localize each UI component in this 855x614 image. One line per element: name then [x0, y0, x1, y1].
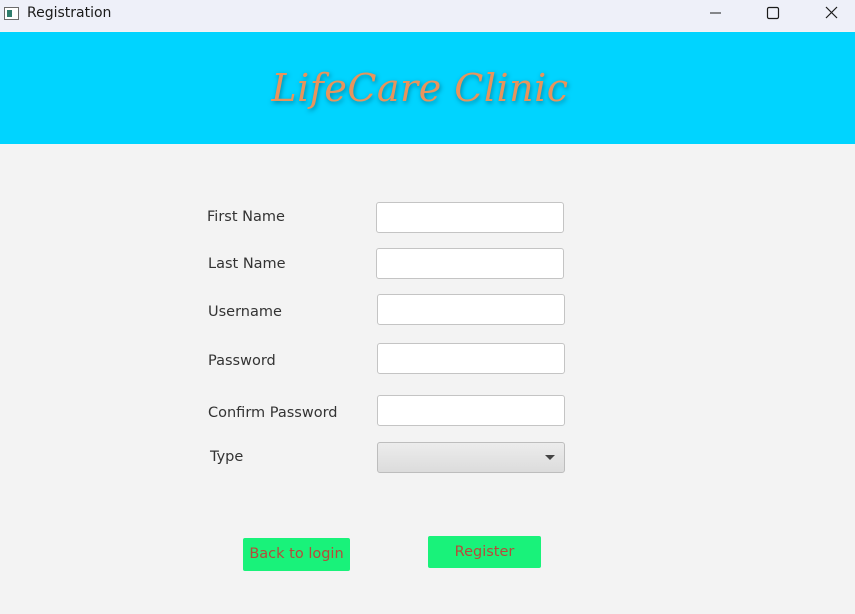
username-label: Username	[208, 304, 282, 320]
clinic-title: LifeCare Clinic	[271, 66, 569, 110]
maximize-icon	[766, 6, 780, 20]
window-title: Registration	[27, 5, 112, 21]
title-bar: Registration	[0, 0, 855, 31]
maximize-button[interactable]	[749, 0, 795, 31]
minimize-icon	[710, 12, 721, 14]
minimize-button[interactable]	[693, 0, 739, 31]
confirm-password-label: Confirm Password	[208, 405, 338, 421]
last-name-label: Last Name	[208, 256, 286, 272]
username-field[interactable]	[377, 294, 565, 325]
back-to-login-button[interactable]: Back to login	[243, 538, 350, 571]
password-field[interactable]	[377, 343, 565, 374]
last-name-field[interactable]	[376, 248, 564, 279]
header-banner: LifeCare Clinic	[0, 32, 855, 144]
type-label: Type	[210, 449, 244, 465]
type-dropdown[interactable]	[377, 442, 565, 473]
first-name-field[interactable]	[376, 202, 564, 233]
register-button[interactable]: Register	[428, 536, 541, 568]
password-label: Password	[208, 353, 276, 369]
app-icon	[4, 7, 19, 20]
chevron-down-icon	[545, 455, 555, 460]
first-name-label: First Name	[207, 209, 285, 225]
close-button[interactable]	[809, 0, 855, 31]
confirm-password-field[interactable]	[377, 395, 565, 426]
close-icon	[825, 6, 838, 19]
